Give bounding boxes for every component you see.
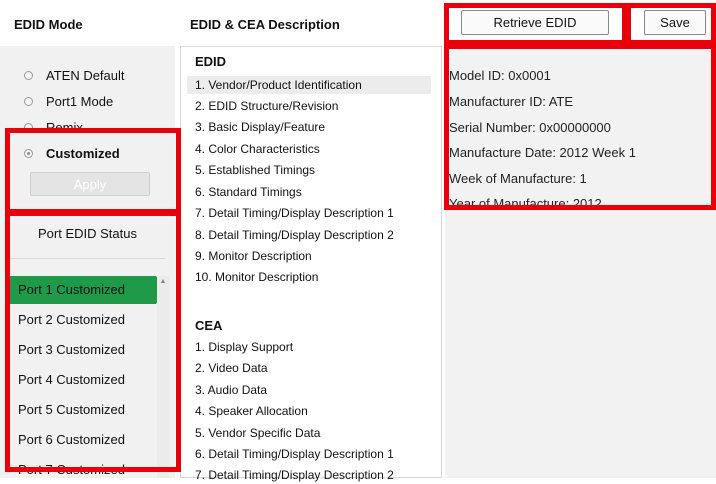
edid-item-9[interactable]: 9. Monitor Description xyxy=(195,249,312,263)
highlight-port-status-box xyxy=(5,211,181,472)
cea-item-7[interactable]: 7. Detail Timing/Display Description 2 xyxy=(195,468,394,482)
edid-item-7[interactable]: 7. Detail Timing/Display Description 1 xyxy=(195,206,394,220)
cea-item-6[interactable]: 6. Detail Timing/Display Description 1 xyxy=(195,447,394,461)
edid-section-title: EDID xyxy=(195,54,227,69)
mode-label: Port1 Mode xyxy=(46,94,114,109)
cea-item-5[interactable]: 5. Vendor Specific Data xyxy=(195,426,320,440)
edid-item-5[interactable]: 5. Established Timings xyxy=(195,163,315,177)
highlight-info-box xyxy=(444,44,716,210)
cea-item-1[interactable]: 1. Display Support xyxy=(195,340,293,354)
cea-item-4[interactable]: 4. Speaker Allocation xyxy=(195,404,308,418)
edid-description-panel: EDID 1. Vendor/Product Identification 2.… xyxy=(180,46,442,482)
mode-option-port1[interactable]: Port1 Mode xyxy=(24,94,113,109)
edid-mode-heading: EDID Mode xyxy=(14,17,83,32)
edid-item-6[interactable]: 6. Standard Timings xyxy=(195,185,302,199)
cea-item-2[interactable]: 2. Video Data xyxy=(195,361,268,375)
description-heading: EDID & CEA Description xyxy=(190,17,340,32)
mode-option-aten-default[interactable]: ATEN Default xyxy=(24,68,125,83)
highlight-save-box xyxy=(626,3,716,45)
cea-item-3[interactable]: 3. Audio Data xyxy=(195,383,267,397)
edid-item-3[interactable]: 3. Basic Display/Feature xyxy=(195,120,325,134)
edid-item-2[interactable]: 2. EDID Structure/Revision xyxy=(195,99,338,113)
mode-label: ATEN Default xyxy=(46,68,125,83)
edid-item-10[interactable]: 10. Monitor Description xyxy=(195,270,318,284)
highlight-customized-box xyxy=(5,128,181,214)
edid-item-8[interactable]: 8. Detail Timing/Display Description 2 xyxy=(195,228,394,242)
radio-icon[interactable] xyxy=(24,97,33,106)
edid-item-1[interactable]: 1. Vendor/Product Identification xyxy=(187,76,431,94)
highlight-retrieve-box xyxy=(444,3,627,45)
radio-icon[interactable] xyxy=(24,71,33,80)
cea-section-title: CEA xyxy=(195,318,223,333)
edid-item-4[interactable]: 4. Color Characteristics xyxy=(195,142,320,156)
